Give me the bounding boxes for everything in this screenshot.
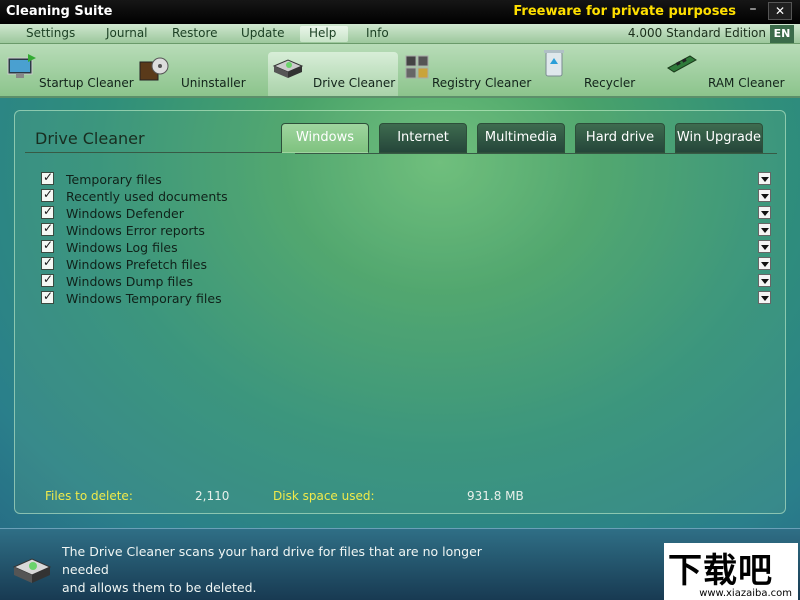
- tab-internet[interactable]: Internet: [379, 123, 467, 153]
- list-item: Windows Temporary files: [39, 289, 771, 307]
- files-to-delete-value: 2,110: [195, 489, 230, 503]
- files-to-delete-label: Files to delete:: [45, 489, 133, 503]
- list-item: Windows Log files: [39, 238, 771, 256]
- menu-info[interactable]: Info: [360, 26, 395, 42]
- language-button[interactable]: EN: [770, 25, 794, 43]
- file-type-label: Windows Defender: [66, 206, 184, 221]
- tool-label: Uninstaller: [181, 76, 246, 90]
- tab-windows[interactable]: Windows: [281, 123, 369, 153]
- tool-label: Recycler: [584, 76, 636, 90]
- tool-recycler[interactable]: Recycler: [538, 50, 638, 96]
- disk-space-label: Disk space used:: [273, 489, 375, 503]
- list-item: Temporary files: [39, 170, 771, 188]
- tool-startup-cleaner[interactable]: Startup Cleaner: [4, 52, 134, 96]
- menu-restore[interactable]: Restore: [166, 26, 224, 42]
- menu-help[interactable]: Help: [300, 26, 348, 42]
- watermark-logo: 下载吧 www.xiazaiba.com: [664, 543, 798, 600]
- minimize-button[interactable]: –: [742, 2, 764, 20]
- tool-label: Startup Cleaner: [39, 76, 134, 90]
- uninstaller-icon: [139, 57, 169, 81]
- checkbox[interactable]: [41, 289, 54, 304]
- file-type-label: Windows Log files: [66, 240, 178, 255]
- menu-journal[interactable]: Journal: [100, 26, 154, 42]
- file-type-label: Recently used documents: [66, 189, 228, 204]
- file-list: Temporary files Recently used documents …: [39, 170, 771, 307]
- tool-label: RAM Cleaner: [708, 76, 785, 90]
- tab-hard-drive[interactable]: Hard drive: [575, 123, 665, 153]
- tool-label: Registry Cleaner: [432, 76, 532, 90]
- list-item: Windows Prefetch files: [39, 255, 771, 273]
- freeware-notice: Freeware for private purposes: [513, 4, 736, 19]
- edition-label: 4.000 Standard Edition: [627, 26, 766, 40]
- tab-multimedia[interactable]: Multimedia: [477, 123, 565, 153]
- list-item: Recently used documents: [39, 187, 771, 205]
- tab-win-upgrade[interactable]: Win Upgrade: [675, 123, 763, 153]
- file-type-label: Windows Temporary files: [66, 291, 222, 306]
- checkbox[interactable]: [41, 255, 54, 270]
- file-type-label: Windows Dump files: [66, 274, 193, 289]
- checkbox[interactable]: [41, 238, 54, 253]
- scan-stats: Files to delete: 2,110 Disk space used: …: [45, 489, 745, 507]
- menu-update[interactable]: Update: [235, 26, 290, 42]
- drive-cleaner-panel: Drive Cleaner Windows Internet Multimedi…: [14, 110, 786, 514]
- tool-uninstaller[interactable]: Uninstaller: [136, 52, 252, 96]
- expand-dropdown-icon[interactable]: [758, 189, 771, 202]
- list-item: Windows Error reports: [39, 221, 771, 239]
- panel-title: Drive Cleaner: [35, 129, 145, 148]
- tool-drive-cleaner[interactable]: Drive Cleaner: [268, 52, 398, 96]
- expand-dropdown-icon[interactable]: [758, 172, 771, 185]
- tool-registry-cleaner[interactable]: Registry Cleaner: [402, 52, 532, 96]
- watermark-url: www.xiazaiba.com: [699, 588, 792, 599]
- description-line: The Drive Cleaner scans your hard drive …: [62, 544, 482, 577]
- menu-settings[interactable]: Settings: [20, 26, 81, 42]
- watermark-text: 下载吧: [668, 551, 773, 591]
- hard-drive-icon: [12, 558, 52, 583]
- checkbox[interactable]: [41, 170, 54, 185]
- module-toolbar: Startup Cleaner Uninstaller Drive Cleane…: [0, 44, 800, 98]
- startup-cleaner-icon: [7, 54, 36, 78]
- tabs-divider: [295, 153, 777, 154]
- ram-cleaner-icon: [667, 55, 697, 73]
- file-type-label: Temporary files: [66, 172, 162, 187]
- expand-dropdown-icon[interactable]: [758, 223, 771, 236]
- expand-dropdown-icon[interactable]: [758, 291, 771, 304]
- main-area: Drive Cleaner Windows Internet Multimedi…: [0, 98, 800, 528]
- tool-ram-cleaner[interactable]: RAM Cleaner: [664, 52, 788, 96]
- registry-cleaner-icon: [405, 55, 429, 79]
- module-description: The Drive Cleaner scans your hard drive …: [62, 543, 532, 597]
- file-type-label: Windows Prefetch files: [66, 257, 207, 272]
- menu-bar: Settings Journal Restore Update Help Inf…: [0, 24, 800, 44]
- checkbox[interactable]: [41, 272, 54, 287]
- expand-dropdown-icon[interactable]: [758, 257, 771, 270]
- list-item: Windows Defender: [39, 204, 771, 222]
- title-divider: [25, 151, 293, 153]
- disk-space-value: 931.8 MB: [467, 489, 524, 503]
- checkbox[interactable]: [41, 221, 54, 236]
- description-line: and allows them to be deleted.: [62, 580, 257, 595]
- tool-label: Drive Cleaner: [313, 76, 396, 90]
- checkbox[interactable]: [41, 187, 54, 202]
- expand-dropdown-icon[interactable]: [758, 274, 771, 287]
- app-title: Cleaning Suite: [6, 4, 113, 19]
- recycler-icon: [544, 50, 564, 77]
- drive-cleaner-icon: [272, 59, 304, 78]
- file-type-label: Windows Error reports: [66, 223, 205, 238]
- expand-dropdown-icon[interactable]: [758, 240, 771, 253]
- title-bar: Cleaning Suite Freeware for private purp…: [0, 0, 800, 24]
- checkbox[interactable]: [41, 204, 54, 219]
- list-item: Windows Dump files: [39, 272, 771, 290]
- info-footer: The Drive Cleaner scans your hard drive …: [0, 528, 800, 600]
- expand-dropdown-icon[interactable]: [758, 206, 771, 219]
- close-button[interactable]: ✕: [768, 2, 792, 20]
